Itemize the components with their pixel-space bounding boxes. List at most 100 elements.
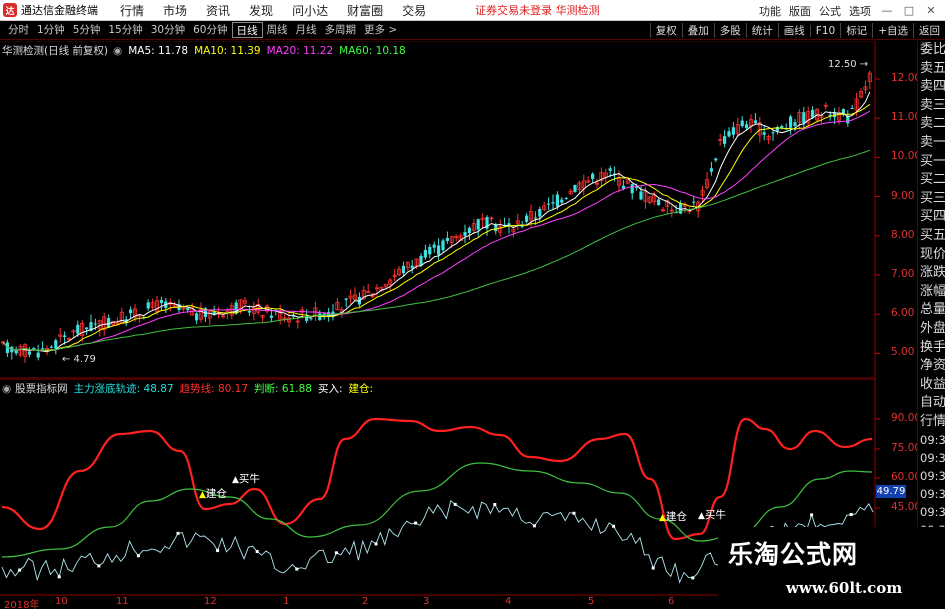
quote-row-label[interactable]: 买四 bbox=[918, 208, 945, 227]
quote-row-label[interactable]: 买三 bbox=[918, 190, 945, 209]
minimize-icon[interactable]: — bbox=[879, 4, 895, 17]
indicator-label: 买入: bbox=[317, 383, 343, 395]
indicator-header: ◉ 股票指标网 主力涨底轨迹: 48.87 趋势线: 80.17 判断: 61.88… bbox=[2, 381, 373, 396]
date-tick: 3 bbox=[423, 596, 430, 607]
main-force-dot bbox=[612, 524, 616, 528]
candle-body bbox=[309, 318, 313, 320]
candle-body bbox=[93, 323, 97, 325]
low-price-marker: ← 4.79 bbox=[62, 354, 96, 365]
menu-item[interactable]: 资讯 bbox=[206, 2, 230, 19]
quote-row-label[interactable]: 涨跌 bbox=[918, 264, 945, 283]
tool-button[interactable]: F10 bbox=[809, 24, 840, 37]
tool-button[interactable]: 返回 bbox=[913, 23, 945, 38]
candle-body bbox=[538, 209, 542, 217]
quote-row-label[interactable]: 卖五 bbox=[918, 60, 945, 79]
quote-row-label[interactable]: 卖三 bbox=[918, 97, 945, 116]
candle-body bbox=[432, 244, 436, 248]
chart-tools: 复权 叠加 多股 统计 画线 F10 标记 +自选 返回 bbox=[649, 21, 945, 40]
signal-buy: ▲买牛 bbox=[698, 507, 726, 522]
menu-right-item[interactable]: 选项 bbox=[849, 3, 871, 19]
quote-row-label[interactable]: 卖二 bbox=[918, 115, 945, 134]
quote-row-label[interactable]: 卖一 bbox=[918, 134, 945, 153]
menu-right-item[interactable]: 版面 bbox=[789, 3, 811, 19]
menu-item[interactable]: 财富圈 bbox=[347, 2, 383, 19]
period-tab[interactable]: 5分钟 bbox=[69, 22, 105, 38]
trend-line bbox=[1, 417, 873, 541]
tool-button[interactable]: +自选 bbox=[872, 23, 913, 38]
candle-body bbox=[533, 217, 537, 219]
app-logo-icon: 达 bbox=[3, 3, 17, 17]
period-toolbar: 分时 1分钟 5分钟 15分钟 30分钟 60分钟 日线 周线 月线 多周期 更多 > 复权 叠加 多股… bbox=[0, 21, 945, 40]
period-tab[interactable]: 月线 bbox=[292, 22, 321, 38]
tool-button[interactable]: 多股 bbox=[713, 23, 746, 38]
period-tab[interactable]: 30分钟 bbox=[147, 22, 189, 38]
main-force-dot bbox=[97, 564, 101, 568]
main-force-dot bbox=[374, 542, 378, 546]
quote-row-label[interactable]: 总量 bbox=[918, 301, 945, 320]
indicator-label: 判断: 61.88 bbox=[254, 383, 312, 395]
menu-item[interactable]: 交易 bbox=[402, 2, 426, 19]
quote-row-label[interactable]: 买一 bbox=[918, 153, 945, 172]
quote-row-label[interactable]: 买二 bbox=[918, 171, 945, 190]
main-force-dot bbox=[255, 550, 259, 554]
candle-body bbox=[467, 227, 471, 233]
menu-right-item[interactable]: 公式 bbox=[819, 3, 841, 19]
quote-row-label[interactable]: 外盘 bbox=[918, 320, 945, 339]
period-tab[interactable]: 日线 bbox=[231, 22, 263, 38]
menu-item[interactable]: 发现 bbox=[249, 2, 273, 19]
tool-button[interactable]: 画线 bbox=[777, 23, 810, 38]
price-tick: 6.00 bbox=[891, 307, 915, 320]
period-tab[interactable]: 更多 > bbox=[360, 22, 401, 38]
quote-row-label[interactable]: 换手 bbox=[918, 339, 945, 358]
main-force-dot bbox=[493, 502, 497, 506]
candle-body bbox=[410, 265, 414, 269]
date-tick: 2018年 bbox=[4, 600, 40, 609]
candle-body bbox=[560, 199, 564, 203]
quote-row-label[interactable]: 委比 bbox=[918, 41, 945, 60]
main-force-dot bbox=[18, 568, 22, 572]
settings-icon[interactable]: ◉ bbox=[113, 45, 122, 57]
main-force-dot bbox=[216, 549, 220, 553]
candle-body bbox=[771, 132, 775, 134]
period-tab[interactable]: 分时 bbox=[4, 22, 33, 38]
indicator-name[interactable]: 股票指标网 bbox=[15, 381, 68, 396]
indicator-settings-icon[interactable]: ◉ bbox=[2, 383, 11, 395]
date-tick: 4 bbox=[505, 596, 512, 607]
menu-right-item[interactable]: 功能 bbox=[759, 3, 781, 19]
date-tick: 2 bbox=[362, 596, 369, 607]
quote-tab[interactable]: 行情 bbox=[918, 413, 945, 432]
quote-tab[interactable]: 自动 bbox=[918, 394, 945, 413]
main-menu: 行情 市场 资讯 发现 问小达 财富圈 交易 bbox=[120, 2, 445, 19]
current-value-tag: 49.79 bbox=[876, 485, 906, 498]
quote-row-label[interactable]: 买五 bbox=[918, 227, 945, 246]
ma-label: MA5: 11.78 bbox=[128, 44, 189, 57]
period-tab[interactable]: 多周期 bbox=[321, 22, 361, 38]
quote-row-label[interactable]: 卖四 bbox=[918, 78, 945, 97]
period-tab[interactable]: 周线 bbox=[263, 22, 292, 38]
tool-button[interactable]: 复权 bbox=[649, 23, 682, 38]
candle-body bbox=[793, 122, 797, 126]
candle-body bbox=[731, 127, 735, 135]
quote-row-label[interactable]: 净资 bbox=[918, 357, 945, 376]
maximize-icon[interactable]: □ bbox=[901, 4, 917, 17]
close-icon[interactable]: ✕ bbox=[923, 4, 939, 17]
candle-body bbox=[621, 185, 625, 189]
quote-row-label[interactable]: 现价 bbox=[918, 246, 945, 265]
menu-item[interactable]: 问小达 bbox=[292, 2, 328, 19]
signal-triangle-icon: ▲ bbox=[698, 511, 705, 521]
period-tab[interactable]: 15分钟 bbox=[104, 22, 146, 38]
menu-item[interactable]: 市场 bbox=[163, 2, 187, 19]
tool-button[interactable]: 标记 bbox=[840, 23, 872, 38]
quote-row-label[interactable]: 涨幅 bbox=[918, 283, 945, 302]
candle-body bbox=[723, 136, 727, 144]
tick-time: 09:30 bbox=[920, 487, 945, 502]
tool-button[interactable]: 统计 bbox=[745, 23, 778, 38]
candle-body bbox=[49, 346, 53, 348]
menu-item[interactable]: 行情 bbox=[120, 2, 144, 19]
tool-button[interactable]: 叠加 bbox=[681, 23, 714, 38]
period-tab[interactable]: 1分钟 bbox=[33, 22, 69, 38]
quote-row-label[interactable]: 收益 bbox=[918, 376, 945, 395]
period-tab[interactable]: 60分钟 bbox=[189, 22, 231, 38]
broker-status[interactable]: 证券交易未登录 华测检测 bbox=[475, 2, 600, 18]
kline-chart[interactable] bbox=[0, 41, 917, 379]
